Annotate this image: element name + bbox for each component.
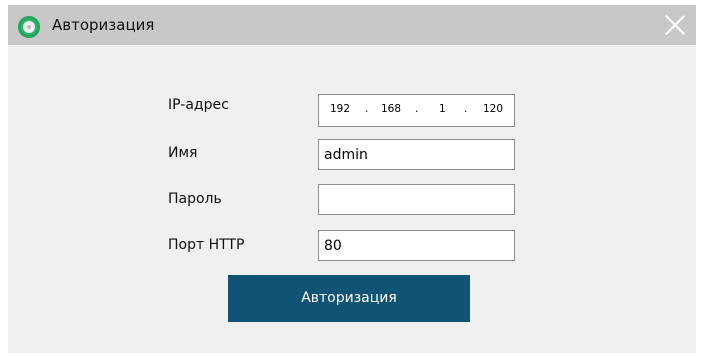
ip-octet-1[interactable]: 192 xyxy=(330,103,350,115)
login-button[interactable]: Авторизация xyxy=(228,275,470,322)
password-field[interactable] xyxy=(318,184,515,215)
name-label: Имя xyxy=(168,145,198,161)
ip-label: IP-адрес xyxy=(168,97,229,113)
name-input[interactable] xyxy=(319,140,514,169)
app-logo-icon xyxy=(18,16,40,38)
port-label: Порт HTTP xyxy=(168,237,245,253)
ip-octet-2[interactable]: 168 xyxy=(381,103,401,115)
password-input[interactable] xyxy=(319,185,514,214)
ip-separator: . xyxy=(365,103,369,115)
ip-separator: . xyxy=(415,103,419,115)
window-title: Авторизация xyxy=(52,16,155,34)
port-field[interactable] xyxy=(318,230,515,261)
ip-address-field[interactable]: 192 . 168 . 1 . 120 xyxy=(318,94,515,127)
ip-separator: . xyxy=(464,103,468,115)
close-icon[interactable] xyxy=(664,14,686,36)
login-dialog: Авторизация IP-адрес 192 . 168 . 1 . 120… xyxy=(8,5,696,353)
password-label: Пароль xyxy=(168,191,222,207)
name-field[interactable] xyxy=(318,139,515,170)
ip-octet-3[interactable]: 1 xyxy=(439,103,446,115)
port-input[interactable] xyxy=(319,231,514,260)
ip-octet-4[interactable]: 120 xyxy=(483,103,503,115)
titlebar: Авторизация xyxy=(8,5,696,45)
